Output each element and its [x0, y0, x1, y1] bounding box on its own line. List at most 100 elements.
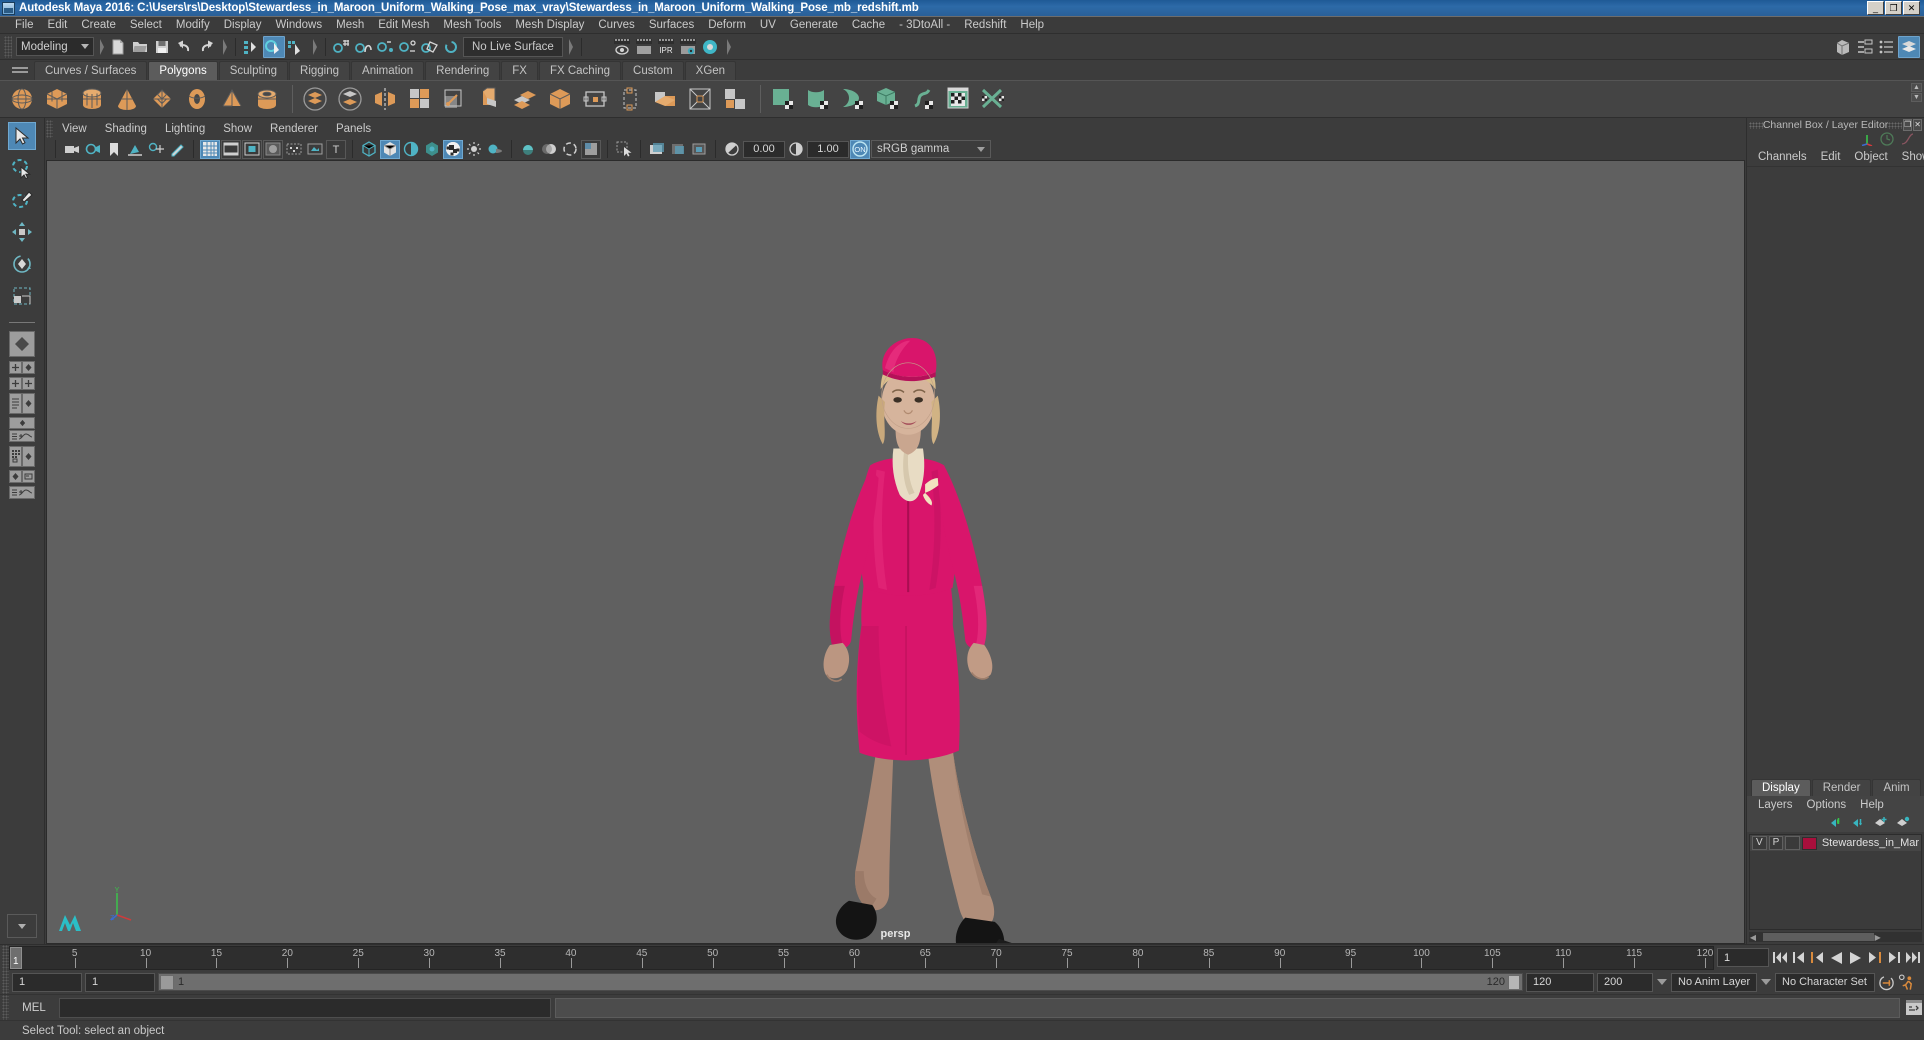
toolbar-separator-2[interactable] — [219, 37, 228, 57]
play-backwards-icon[interactable] — [1828, 948, 1845, 968]
exposure-field[interactable]: 0.00 — [743, 140, 785, 158]
range-start-handle[interactable] — [160, 974, 174, 990]
redo-icon[interactable] — [195, 36, 217, 58]
film-gate-icon[interactable] — [221, 139, 241, 159]
fill-hole-icon[interactable] — [719, 83, 751, 115]
poly-cone-icon[interactable] — [111, 83, 143, 115]
maximize-button[interactable]: ❐ — [1885, 1, 1902, 15]
range-start-field[interactable]: 1 — [85, 972, 155, 992]
shelf-tab-fx[interactable]: FX — [501, 61, 538, 80]
textured-icon[interactable] — [443, 139, 463, 159]
graph-editor-wide-icon[interactable] — [9, 486, 35, 499]
current-time-indicator[interactable]: 1 — [10, 946, 22, 969]
poly-pyramid-icon[interactable] — [216, 83, 248, 115]
anim-start-field[interactable]: 1 — [12, 972, 82, 992]
command-language-label[interactable]: MEL — [13, 1002, 55, 1014]
save-scene-icon[interactable] — [151, 36, 173, 58]
graph-editor-layout[interactable] — [9, 486, 35, 500]
axis-indicator-icon[interactable] — [1860, 132, 1874, 149]
snap-to-point-icon[interactable] — [375, 36, 397, 58]
channel-box-content[interactable] — [1747, 166, 1924, 778]
render-current-frame-icon[interactable] — [611, 36, 633, 58]
combine-icon[interactable] — [299, 83, 331, 115]
poly-sphere-icon[interactable] — [6, 83, 38, 115]
snap-to-projected-center-icon[interactable] — [397, 36, 419, 58]
scrollbar-thumb[interactable] — [1763, 933, 1874, 941]
menu-modify[interactable]: Modify — [169, 17, 217, 34]
undock-icon[interactable]: ❐ — [1903, 119, 1913, 131]
command-input[interactable] — [59, 997, 551, 1018]
resolution-gate-icon[interactable] — [242, 139, 262, 159]
twoD-pan-zoom-icon[interactable] — [146, 140, 166, 159]
layer-menu-options[interactable]: Options — [1800, 796, 1854, 814]
scroll-right-icon[interactable]: ▶ — [1874, 933, 1882, 942]
multisample-icon[interactable] — [560, 140, 580, 159]
gamma-icon[interactable] — [786, 140, 806, 159]
mirror-geometry-icon[interactable] — [369, 83, 401, 115]
character-set-dropdown-arrow[interactable] — [1760, 973, 1772, 991]
outliner-small-pane-icon[interactable] — [22, 470, 35, 483]
viewport-grip[interactable] — [46, 120, 53, 138]
menu-curves[interactable]: Curves — [591, 17, 641, 34]
outliner-persp-layout[interactable] — [9, 393, 35, 414]
layout-cell-4[interactable] — [22, 377, 35, 390]
poly-pipe-icon[interactable] — [251, 83, 283, 115]
select-by-component-icon[interactable] — [285, 36, 307, 58]
screen-space-ao-icon[interactable] — [518, 140, 538, 159]
move-layer-up-icon[interactable] — [1830, 816, 1844, 831]
range-slider-grip[interactable] — [2, 970, 9, 994]
viewport-menu-view[interactable]: View — [53, 120, 96, 138]
use-all-lights-icon[interactable] — [464, 140, 484, 159]
smooth-shade-all-icon[interactable] — [380, 139, 400, 159]
shelf-tab-xgen[interactable]: XGen — [684, 61, 737, 80]
menu-mesh-tools[interactable]: Mesh Tools — [436, 17, 508, 34]
hypergraph-persp-layout[interactable] — [9, 417, 35, 443]
curve-icon[interactable] — [1900, 132, 1914, 149]
snap-to-curve-icon[interactable] — [353, 36, 375, 58]
status-line-grip[interactable] — [4, 35, 12, 58]
layer-list-horizontal-scrollbar[interactable]: ◀ ▶ — [1749, 932, 1922, 942]
exposure-control-icon[interactable] — [722, 140, 742, 159]
depth-of-field-icon[interactable] — [581, 139, 601, 159]
xray-active-components-icon[interactable] — [689, 140, 709, 159]
shelf-scroll-up-icon[interactable]: ▲ — [1911, 83, 1922, 92]
move-tool[interactable] — [8, 218, 36, 246]
shelf-tab-polygons[interactable]: Polygons — [148, 61, 218, 80]
move-layer-down-icon[interactable] — [1852, 816, 1866, 831]
wireframe-icon[interactable] — [359, 140, 379, 159]
outliner-pane-icon[interactable] — [9, 393, 22, 414]
insert-edge-loop-icon[interactable] — [544, 83, 576, 115]
poly-cube-icon[interactable] — [41, 83, 73, 115]
viewport-menu-panels[interactable]: Panels — [327, 120, 380, 138]
show-layer-editor-icon[interactable] — [1898, 35, 1920, 58]
command-output[interactable] — [555, 997, 1900, 1018]
menu-deform[interactable]: Deform — [701, 17, 753, 34]
persp-pane-icon[interactable] — [22, 393, 35, 414]
go-to-end-icon[interactable] — [1904, 948, 1921, 968]
uv-spherical-icon[interactable] — [837, 83, 869, 115]
play-forwards-icon[interactable] — [1847, 948, 1864, 968]
time-slider-grip[interactable] — [2, 945, 9, 970]
grease-pencil-icon[interactable] — [167, 140, 187, 159]
multi-cut-icon[interactable] — [509, 83, 541, 115]
menu-edit[interactable]: Edit — [41, 17, 75, 34]
shelf-tab-curves-surfaces[interactable]: Curves / Surfaces — [34, 61, 148, 80]
render-region-icon[interactable] — [633, 36, 655, 58]
uv-cut-sew-icon[interactable] — [977, 83, 1009, 115]
extrude-icon[interactable] — [439, 83, 471, 115]
xray-joints-icon[interactable] — [668, 140, 688, 159]
layer-row[interactable]: V P Stewardess_in_Maroon — [1750, 835, 1921, 851]
clock-icon[interactable] — [1880, 131, 1894, 149]
offset-edge-loop-icon[interactable] — [579, 83, 611, 115]
step-forward-frame-icon[interactable] — [1885, 948, 1902, 968]
menu-create[interactable]: Create — [74, 17, 123, 34]
current-frame-field[interactable]: 1 — [1717, 948, 1769, 967]
poly-torus-icon[interactable] — [181, 83, 213, 115]
menu-redshift[interactable]: Redshift — [957, 17, 1013, 34]
menu-display[interactable]: Display — [217, 17, 269, 34]
text-annotation-icon[interactable]: T — [326, 139, 346, 159]
layer-tab-render[interactable]: Render — [1811, 779, 1872, 796]
lasso-select-tool[interactable] — [8, 154, 36, 182]
animation-preferences-icon[interactable] — [1898, 972, 1915, 992]
uv-unfold-icon[interactable] — [907, 83, 939, 115]
